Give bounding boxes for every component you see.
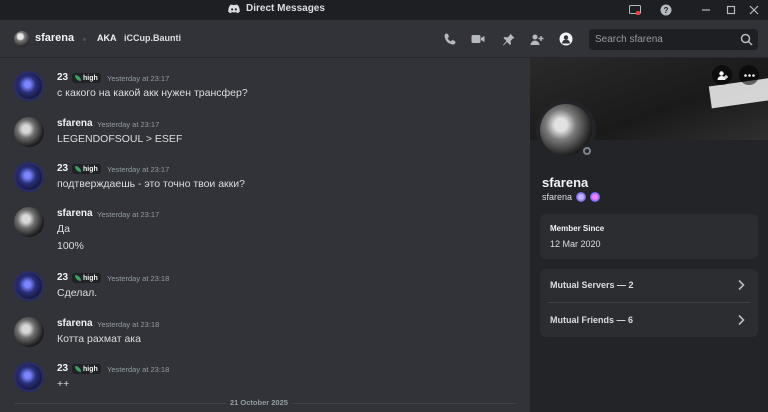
- message-timestamp[interactable]: Yesterday at 23:18: [107, 274, 169, 283]
- message-text: с какого на какой акк нужен трансфер?: [57, 87, 248, 99]
- window-title-group: Direct Messages: [228, 3, 325, 14]
- leaf-icon: [75, 275, 81, 281]
- search-icon: [740, 33, 753, 46]
- message-timestamp[interactable]: Yesterday at 23:18: [97, 320, 159, 329]
- leaf-icon: [75, 166, 81, 172]
- author-name[interactable]: sfarena: [57, 118, 93, 129]
- guild-tag-label: high: [83, 274, 98, 282]
- message-list[interactable]: 23 high Yesterday at 23:17 с какого на к…: [0, 58, 530, 412]
- profile-display-name: sfarena: [542, 175, 589, 190]
- add-friends-to-dm-icon[interactable]: [529, 31, 545, 47]
- message-group: 23 high Yesterday at 23:17 с какого на к…: [0, 67, 530, 109]
- author-avatar[interactable]: [14, 71, 44, 101]
- message-text: Да: [57, 223, 70, 235]
- aka-label: AKA: [97, 33, 117, 43]
- message-group: 23 high Yesterday at 23:18 Сделал.: [0, 267, 530, 309]
- message-timestamp[interactable]: Yesterday at 23:17: [97, 120, 159, 129]
- guild-tag-label: high: [83, 74, 98, 82]
- date-divider-label: 21 October 2025: [226, 398, 292, 407]
- window-title: Direct Messages: [246, 3, 325, 14]
- author-avatar[interactable]: [14, 271, 44, 301]
- svg-text:?: ?: [664, 6, 669, 15]
- chevron-right-icon: [738, 314, 745, 326]
- message-group: sfarena Yesterday at 23:17 Да 100%: [0, 203, 530, 263]
- help-icon[interactable]: ?: [658, 2, 674, 18]
- mutual-servers-row[interactable]: Mutual Servers — 2: [540, 269, 758, 301]
- guild-tag-badge[interactable]: high: [72, 73, 101, 83]
- author-name[interactable]: 23: [57, 363, 68, 374]
- profile-username-row: sfarena: [542, 192, 601, 202]
- offline-status-icon: [580, 144, 594, 158]
- maximize-button[interactable]: [723, 2, 739, 18]
- guild-tag-label: high: [83, 365, 98, 373]
- video-call-icon[interactable]: [470, 31, 486, 47]
- add-friend-icon[interactable]: [712, 65, 732, 85]
- guild-tag-badge[interactable]: high: [72, 164, 101, 174]
- leaf-icon: [75, 366, 81, 372]
- author-avatar[interactable]: [14, 162, 44, 192]
- close-button[interactable]: [746, 2, 762, 18]
- guild-tag-badge[interactable]: high: [72, 364, 101, 374]
- message-group: sfarena Yesterday at 23:17 LEGENDOFSOUL …: [0, 113, 530, 155]
- pinned-messages-icon[interactable]: [500, 31, 516, 47]
- leaf-icon: [75, 75, 81, 81]
- window-titlebar: Direct Messages ?: [0, 0, 768, 20]
- author-name[interactable]: 23: [57, 163, 68, 174]
- message-text: подтверждаешь - это точно твои акки?: [57, 178, 245, 190]
- member-since-card: Member Since 12 Mar 2020: [540, 214, 758, 259]
- member-since-label: Member Since: [550, 224, 605, 233]
- message-group: 23 high Yesterday at 23:17 подтверждаешь…: [0, 158, 530, 200]
- card-divider: [548, 302, 750, 303]
- voice-call-icon[interactable]: [442, 31, 458, 47]
- mutuals-card: Mutual Servers — 2 Mutual Friends — 6: [540, 269, 758, 337]
- message-group: sfarena Yesterday at 23:18 Котта рахмат …: [0, 313, 530, 355]
- author-avatar[interactable]: [14, 317, 44, 347]
- author-name[interactable]: 23: [57, 272, 68, 283]
- nitro-badge-icon[interactable]: [576, 192, 587, 202]
- message-text: ++: [57, 378, 70, 390]
- server-boost-badge-icon[interactable]: [590, 192, 601, 202]
- member-since-value: 12 Mar 2020: [550, 239, 601, 249]
- author-name[interactable]: sfarena: [57, 318, 93, 329]
- guild-tag-label: high: [83, 165, 98, 173]
- minimize-button[interactable]: [698, 2, 714, 18]
- header-username[interactable]: sfarena: [35, 32, 74, 44]
- user-profile-panel: sfarena sfarena Member Since 12 Mar 2020…: [530, 58, 768, 412]
- search-bar[interactable]: [589, 29, 758, 50]
- author-avatar[interactable]: [14, 362, 44, 392]
- profile-avatar[interactable]: [536, 100, 596, 160]
- user-profile-toggle-icon[interactable]: [558, 31, 574, 47]
- search-input[interactable]: [595, 32, 735, 47]
- message-timestamp[interactable]: Yesterday at 23:17: [97, 210, 159, 219]
- mutual-friends-label: Mutual Friends — 6: [550, 315, 634, 325]
- author-name[interactable]: 23: [57, 72, 68, 83]
- author-avatar[interactable]: [14, 117, 44, 147]
- more-options-icon[interactable]: [739, 65, 759, 85]
- message-timestamp[interactable]: Yesterday at 23:17: [107, 74, 169, 83]
- message-timestamp[interactable]: Yesterday at 23:17: [107, 165, 169, 174]
- date-divider: 21 October 2025: [14, 398, 516, 407]
- guild-tag-badge[interactable]: high: [72, 273, 101, 283]
- author-avatar[interactable]: [14, 207, 44, 237]
- screen-share-icon[interactable]: [627, 2, 643, 18]
- message-text: Котта рахмат ака: [57, 333, 141, 345]
- message-group: 23 high Yesterday at 23:18 ++: [0, 358, 530, 400]
- header-avatar[interactable]: [14, 31, 30, 47]
- mutual-servers-label: Mutual Servers — 2: [550, 280, 634, 290]
- message-text: LEGENDOFSOUL > ESEF: [57, 133, 183, 145]
- header-separator: [83, 38, 86, 41]
- author-name[interactable]: sfarena: [57, 208, 93, 219]
- message-text: 100%: [57, 240, 84, 252]
- mutual-friends-row[interactable]: Mutual Friends — 6: [540, 304, 758, 336]
- profile-username: sfarena: [542, 192, 573, 202]
- aka-name: iCCup.Baunti: [124, 33, 181, 43]
- message-timestamp[interactable]: Yesterday at 23:18: [107, 365, 169, 374]
- message-text: Сделал.: [57, 287, 98, 299]
- chevron-right-icon: [738, 279, 745, 291]
- discord-logo-icon: [228, 4, 240, 13]
